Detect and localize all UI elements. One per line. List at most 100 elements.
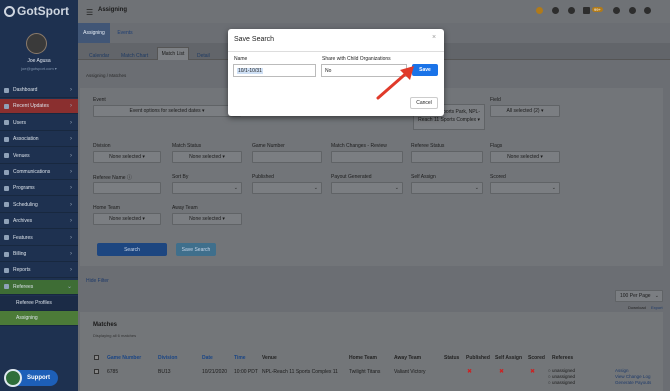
save-search-button[interactable]: Save Search: [176, 243, 216, 256]
field-select[interactable]: All selected (2) ▾: [490, 105, 560, 117]
referee-name-input[interactable]: [93, 182, 161, 194]
annotation-arrow-icon: [376, 66, 414, 100]
search-button[interactable]: Search: [97, 243, 167, 256]
chevron-right-icon: ›: [70, 234, 72, 241]
sidebar-item-reports[interactable]: Reports ›: [0, 263, 78, 279]
chevron-right-icon: ›: [70, 169, 72, 175]
sidebar-item-label: Programs: [13, 185, 35, 192]
modal-divider: [228, 51, 444, 52]
sidebar-subitem-referee-profiles[interactable]: Referee Profiles: [0, 296, 78, 312]
sidebar-item-programs[interactable]: Programs ›: [0, 181, 78, 197]
sidebar-item-archives[interactable]: Archives ›: [0, 214, 78, 230]
game-number-label: Game Number: [252, 143, 285, 149]
sidebar-item-label: Dashboard: [13, 87, 38, 93]
page-title: Assigning: [98, 7, 128, 13]
matches-panel: [80, 312, 663, 391]
match-changes-select[interactable]: [331, 151, 403, 163]
col-time[interactable]: Time: [234, 355, 246, 361]
self-assign-select[interactable]: ⌄: [411, 182, 483, 194]
close-icon[interactable]: ×: [432, 34, 436, 41]
col-home-team: Home Team: [349, 355, 377, 361]
profile-icon[interactable]: [568, 7, 575, 14]
select-all-checkbox[interactable]: [94, 355, 99, 360]
division-select[interactable]: None selected ▾: [93, 151, 161, 163]
event-select[interactable]: Event options for selected dates ▾: [93, 105, 241, 117]
flags-select[interactable]: None selected ▾: [490, 151, 560, 163]
flags-label: Flags: [490, 143, 503, 149]
sidebar-item-label: Communications: [13, 169, 51, 175]
sidebar-item-label: Referees: [13, 283, 34, 290]
gift-icon[interactable]: [629, 7, 636, 14]
sidebar-item-features[interactable]: Features ›: [0, 231, 78, 246]
sidebar-item-scheduling[interactable]: Scheduling ›: [0, 198, 78, 213]
chat-icon[interactable]: [613, 7, 620, 14]
per-page-select[interactable]: 100 Per Page ⌄: [615, 290, 663, 302]
col-date[interactable]: Date: [202, 355, 213, 361]
sidebar-item-referees[interactable]: Referees ⌄: [0, 279, 78, 295]
payout-generated-select[interactable]: ⌄: [331, 182, 403, 194]
sidebar-item-venues[interactable]: Venues ›: [0, 149, 78, 164]
row-division: BU13: [158, 369, 171, 375]
user-name: Joe Agusa: [27, 58, 51, 64]
hamburger-icon[interactable]: ☰: [86, 8, 93, 17]
sort-by-label: Sort By: [172, 174, 189, 180]
sidebar-item-recent-updates[interactable]: Recent Updates ›: [0, 99, 78, 115]
col-division[interactable]: Division: [158, 355, 177, 361]
name-field[interactable]: 10/1-10/31: [233, 64, 316, 77]
referee-slot[interactable]: ○ unassigned: [548, 380, 575, 386]
subtab-detail[interactable]: Detail: [197, 53, 210, 59]
gotsport-logo[interactable]: GotSport: [4, 4, 74, 18]
tab-events[interactable]: Events: [110, 23, 140, 43]
self-assign-label: Self Assign: [411, 174, 436, 180]
user-email[interactable]: joe@gotsport.com ▾: [0, 66, 78, 71]
chevron-right-icon: ›: [70, 201, 72, 208]
sidebar-item-users[interactable]: Users ›: [0, 116, 78, 131]
nav-icon: [4, 169, 9, 175]
sort-by-select[interactable]: ⌄: [172, 182, 242, 194]
subtab-calendar[interactable]: Calendar: [89, 53, 109, 59]
avatar[interactable]: [26, 33, 47, 54]
referee-status-select[interactable]: [411, 151, 483, 163]
logo-text: GotSport: [17, 4, 69, 18]
matches-subtitle: Displaying all 6 matches: [93, 333, 137, 338]
sidebar-item-association[interactable]: Association ›: [0, 132, 78, 148]
col-game-number[interactable]: Game Number: [107, 355, 141, 361]
sidebar-item-communications[interactable]: Communications ›: [0, 165, 78, 180]
tab-assigning[interactable]: Assigning: [78, 23, 110, 43]
support-button[interactable]: Support: [4, 369, 58, 387]
chevron-down-icon: ⌄: [313, 185, 318, 191]
match-status-select[interactable]: None selected ▾: [172, 151, 242, 163]
subtab-match-chart[interactable]: Match Chart: [121, 53, 148, 59]
col-away-team: Away Team: [394, 355, 422, 361]
mail-icon[interactable]: [583, 7, 590, 14]
nav-icon: [4, 185, 9, 191]
export-link[interactable]: Export: [651, 305, 663, 310]
generate-payouts-link[interactable]: Generate Payouts: [615, 380, 651, 386]
alert-icon[interactable]: [536, 7, 543, 14]
referee-status: unassigned: [551, 374, 575, 379]
sidebar-item-dashboard[interactable]: Dashboard ›: [0, 83, 78, 98]
away-team-select[interactable]: None selected ▾: [172, 213, 242, 225]
help-icon[interactable]: [552, 7, 559, 14]
row-time: 10:00 PDT: [234, 369, 258, 375]
sidebar-item-label: Recent Updates: [13, 103, 49, 110]
game-number-input[interactable]: [252, 151, 322, 163]
sidebar-item-label: Association: [13, 136, 39, 143]
support-icon: [4, 369, 22, 387]
nav-icon: [4, 87, 9, 93]
division-label: Division: [93, 143, 111, 149]
scored-label: Scored: [490, 174, 506, 180]
sidebar-item-label: Billing: [13, 251, 27, 257]
gear-icon[interactable]: [644, 7, 651, 14]
sidebar-subitem-assigning[interactable]: Assigning: [0, 311, 78, 327]
sidebar: GotSport Joe Agusa joe@gotsport.com ▾ Da…: [0, 0, 78, 391]
chevron-right-icon: ›: [70, 103, 72, 110]
hide-filter-link[interactable]: Hide Filter: [86, 278, 109, 284]
home-team-select[interactable]: None selected ▾: [93, 213, 161, 225]
sidebar-item-billing[interactable]: Billing ›: [0, 247, 78, 262]
scored-select[interactable]: ⌄: [490, 182, 560, 194]
nav-icon: [4, 218, 9, 224]
row-checkbox[interactable]: [94, 369, 99, 374]
published-select[interactable]: ⌄: [252, 182, 322, 194]
subtab-match-list[interactable]: Match List: [157, 47, 189, 60]
